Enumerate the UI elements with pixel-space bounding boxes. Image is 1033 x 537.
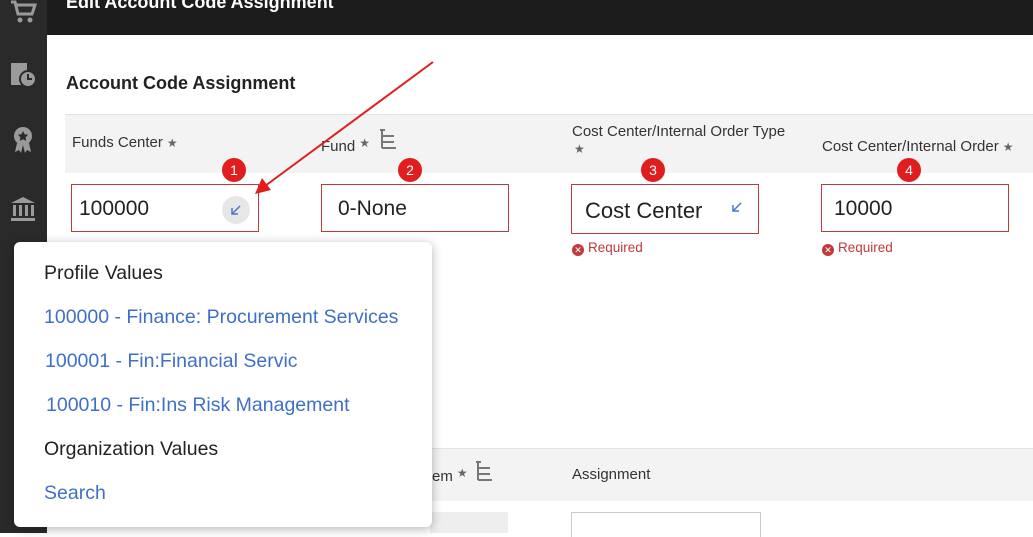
annotation-arrow (255, 61, 434, 194)
